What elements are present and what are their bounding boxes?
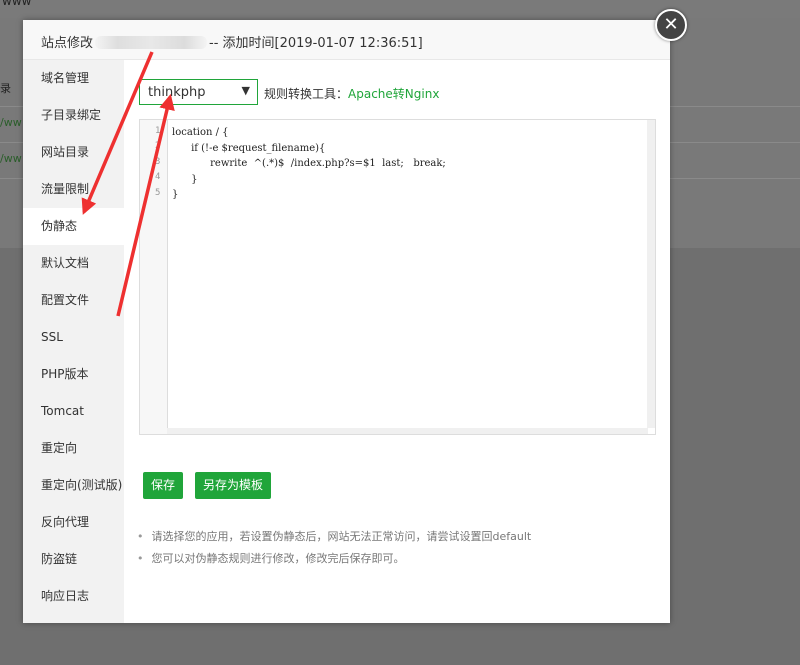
sidebar-item-label: 流量限制 [41, 182, 90, 196]
sidebar-item-label: 域名管理 [41, 71, 90, 85]
line-number: 2 [155, 141, 161, 151]
sidebar-item-ssl[interactable]: SSL [23, 319, 124, 356]
line-number: 1 [155, 126, 161, 136]
close-icon: ✕ [663, 14, 679, 35]
site-edit-dialog: 站点修改 -- 添加时间[2019-01-07 12:36:51] 域名管理 子目… [23, 20, 670, 623]
sidebar-item-label: 子目录绑定 [41, 108, 102, 122]
settings-sidebar: 域名管理 子目录绑定 网站目录 流量限制 伪静态 默认文档 配置文件 SSL P… [23, 60, 124, 623]
sidebar-item-redirect[interactable]: 重定向 [23, 430, 124, 467]
redacted-domain [95, 36, 208, 49]
dialog-title-prefix: 站点修改 [41, 36, 94, 51]
selected-template: thinkphp [148, 85, 206, 100]
line-number: 3 [155, 157, 161, 167]
rewrite-template-select[interactable]: thinkphp ▼ [139, 79, 258, 105]
sidebar-item-php-version[interactable]: PHP版本 [23, 356, 124, 393]
sidebar-item-hotlink-protection[interactable]: 防盗链 [23, 541, 124, 578]
sidebar-item-site-directory[interactable]: 网站目录 [23, 134, 124, 171]
caret-down-icon: ▼ [241, 84, 250, 97]
sidebar-item-label: 重定向 [41, 441, 78, 455]
sidebar-item-label: 防盗链 [41, 552, 78, 566]
tip-item: 您可以对伪静态规则进行修改，修改完后保存即可。 [137, 548, 531, 570]
line-number: 5 [155, 188, 161, 198]
rewrite-code-text[interactable]: location / { if (!-e $request_filename){… [172, 125, 446, 203]
sidebar-item-tomcat[interactable]: Tomcat [23, 393, 124, 430]
dialog-header: 站点修改 -- 添加时间[2019-01-07 12:36:51] [23, 20, 670, 60]
sidebar-item-label: SSL [41, 330, 63, 344]
sidebar-item-rewrite[interactable]: 伪静态 [23, 208, 124, 245]
apache-to-nginx-link[interactable]: Apache转Nginx [348, 87, 439, 101]
sidebar-item-label: 响应日志 [41, 589, 90, 603]
horizontal-scrollbar[interactable] [167, 428, 648, 434]
tip-item: 请选择您的应用，若设置伪静态后，网站无法正常访问，请尝试设置回default [137, 526, 532, 548]
background-row-text: /ww [0, 116, 22, 129]
help-tips: 请选择您的应用，若设置伪静态后，网站无法正常访问，请尝试设置回default 您… [137, 526, 532, 570]
sidebar-item-subdirectory[interactable]: 子目录绑定 [23, 97, 124, 134]
dialog-title: 站点修改 -- 添加时间[2019-01-07 12:36:51] [41, 32, 423, 51]
rewrite-code-editor[interactable]: 1 2 3 4 5 location / { if (!-e $request_… [139, 119, 656, 435]
line-number: 4 [155, 172, 161, 182]
sidebar-item-label: 伪静态 [41, 219, 78, 233]
sidebar-item-config-file[interactable]: 配置文件 [23, 282, 124, 319]
sidebar-item-default-document[interactable]: 默认文档 [23, 245, 124, 282]
background-header-text: www [2, 0, 32, 8]
dialog-title-suffix: -- 添加时间[2019-01-07 12:36:51] [209, 36, 423, 51]
sidebar-item-domain[interactable]: 域名管理 [23, 60, 124, 97]
sidebar-item-label: 默认文档 [41, 256, 90, 270]
background-row-text: /ww [0, 152, 22, 165]
line-number-gutter: 1 2 3 4 5 [140, 120, 168, 434]
converter-tool: 规则转换工具：Apache转Nginx [264, 85, 439, 102]
sidebar-item-label: 反向代理 [41, 515, 90, 529]
sidebar-item-traffic-limit[interactable]: 流量限制 [23, 171, 124, 208]
sidebar-item-label: Tomcat [41, 404, 84, 418]
sidebar-item-label: 配置文件 [41, 293, 90, 307]
close-dialog-button[interactable]: ✕ [655, 9, 687, 41]
background-row-text: 录 [0, 82, 11, 95]
vertical-scrollbar[interactable] [647, 120, 655, 428]
sidebar-item-label: 重定向(测试版) [41, 478, 123, 492]
converter-label: 规则转换工具： [264, 87, 349, 101]
rewrite-panel: thinkphp ▼ 规则转换工具：Apache转Nginx 1 2 3 4 5… [124, 60, 670, 623]
save-button[interactable]: 保存 [143, 472, 183, 499]
sidebar-item-label: 网站目录 [41, 145, 90, 159]
save-as-template-button[interactable]: 另存为模板 [195, 472, 271, 499]
sidebar-item-label: PHP版本 [41, 367, 89, 381]
sidebar-item-reverse-proxy[interactable]: 反向代理 [23, 504, 124, 541]
sidebar-item-response-log[interactable]: 响应日志 [23, 578, 124, 615]
sidebar-item-redirect-beta[interactable]: 重定向(测试版) [23, 467, 124, 504]
